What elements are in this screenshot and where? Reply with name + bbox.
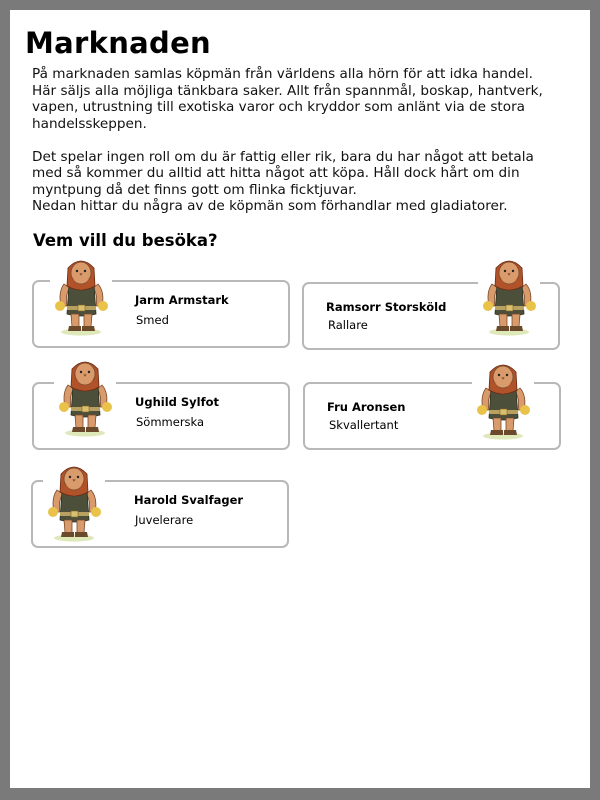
warrior-portrait-icon[interactable] (43, 462, 105, 542)
merchant-role: Smed (136, 313, 169, 327)
page-title: Marknaden (25, 26, 212, 60)
merchant-name: Fru Aronsen (327, 400, 406, 414)
warrior-portrait-icon[interactable] (50, 256, 112, 336)
section-heading: Vem vill du besöka? (33, 231, 218, 250)
intro-text: På marknaden samlas köpmän från världens… (32, 66, 543, 214)
merchant-role: Sömmerska (136, 415, 205, 429)
merchant-role: Skvallertant (329, 418, 399, 432)
content-panel: Marknaden På marknaden samlas köpmän frå… (10, 10, 590, 788)
warrior-portrait-icon[interactable] (478, 256, 540, 336)
warrior-portrait-icon[interactable] (472, 360, 534, 440)
merchant-name: Harold Svalfager (134, 493, 244, 507)
merchant-name: Ughild Sylfot (135, 395, 219, 409)
warrior-portrait-icon[interactable] (54, 357, 116, 437)
merchant-name: Ramsorr Storsköld (326, 300, 447, 314)
merchant-role: Rallare (328, 318, 368, 332)
merchant-name: Jarm Armstark (135, 293, 229, 307)
merchant-role: Juvelerare (135, 513, 194, 527)
